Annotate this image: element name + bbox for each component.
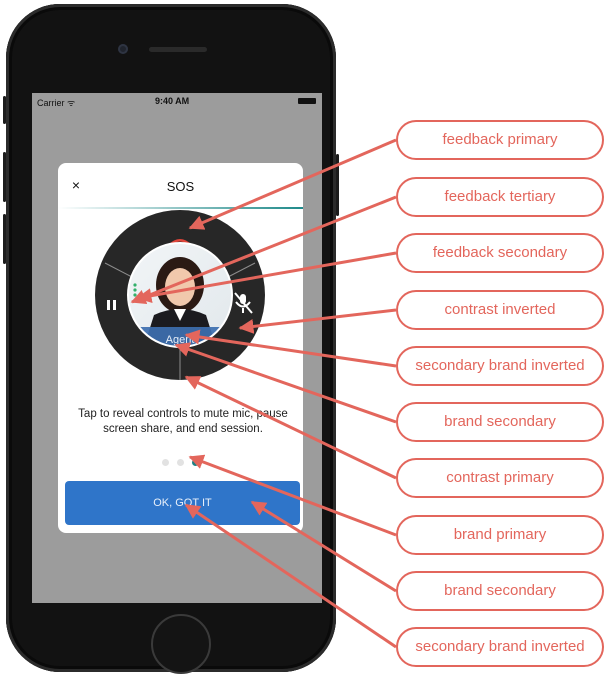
phone-volume-up <box>3 152 6 202</box>
phone-power-button <box>336 154 339 216</box>
callout-secondary-brand-inverted-2: secondary brand inverted <box>396 627 604 667</box>
callout-feedback-tertiary: feedback tertiary <box>396 177 604 217</box>
callout-contrast-inverted: contrast inverted <box>396 290 604 330</box>
ok-got-it-button[interactable]: OK, GOT IT <box>65 481 300 525</box>
callout-brand-secondary: brand secondary <box>396 402 604 442</box>
callout-brand-secondary-2: brand secondary <box>396 571 604 611</box>
phone-side-button <box>3 96 6 124</box>
session-control-ring: Agent <box>95 210 265 380</box>
clock-label: 9:40 AM <box>155 96 190 106</box>
front-camera <box>118 44 128 54</box>
callout-contrast-primary: contrast primary <box>396 458 604 498</box>
battery-icon <box>298 98 316 104</box>
page-indicator <box>58 453 303 471</box>
page-dot-active[interactable] <box>192 459 199 466</box>
volume-level-icon <box>133 283 137 297</box>
page-dot[interactable] <box>162 459 169 466</box>
callout-brand-primary: brand primary <box>396 515 604 555</box>
page-dot[interactable] <box>177 459 184 466</box>
sos-dialog: × SOS Agent Tap to reveal controls to mu… <box>58 163 303 533</box>
phone-screen: Carrier ᯤ 9:40 AM × SOS Agent Tap to rev… <box>32 93 322 603</box>
carrier-label: Carrier ᯤ <box>37 98 76 108</box>
phone-frame: Carrier ᯤ 9:40 AM × SOS Agent Tap to rev… <box>3 4 339 674</box>
phone-volume-down <box>3 214 6 264</box>
status-bar: Carrier ᯤ 9:40 AM <box>32 93 322 109</box>
instruction-text: Tap to reveal controls to mute mic, paus… <box>78 408 288 435</box>
callout-feedback-primary: feedback primary <box>396 120 604 160</box>
agent-label: Agent <box>166 334 195 346</box>
home-button[interactable] <box>151 614 211 674</box>
earpiece-speaker <box>149 47 207 52</box>
callout-feedback-secondary: feedback secondary <box>396 233 604 273</box>
callout-secondary-brand-inverted: secondary brand inverted <box>396 346 604 386</box>
